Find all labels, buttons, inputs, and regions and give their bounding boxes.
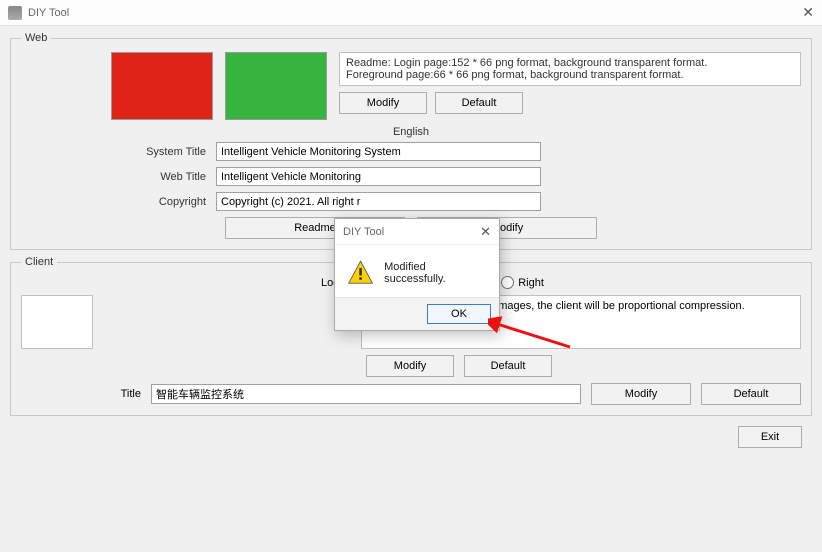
client-logo-modify-button[interactable]: Modify bbox=[366, 355, 454, 377]
copyright-label: Copyright bbox=[21, 196, 216, 208]
system-title-label: System Title bbox=[21, 146, 216, 158]
warning-icon bbox=[347, 259, 374, 287]
web-title-label: Web Title bbox=[21, 171, 216, 183]
window-close-icon[interactable]: ✕ bbox=[802, 4, 814, 21]
exit-button[interactable]: Exit bbox=[738, 426, 802, 448]
login-logo-swatch[interactable] bbox=[111, 52, 213, 120]
client-logo-default-button[interactable]: Default bbox=[464, 355, 552, 377]
dialog-close-icon[interactable]: ✕ bbox=[480, 224, 491, 240]
window-titlebar: DIY Tool ✕ bbox=[0, 0, 822, 26]
foreground-logo-swatch[interactable] bbox=[225, 52, 327, 120]
web-legend: Web bbox=[21, 32, 51, 44]
client-title-label: Title bbox=[21, 388, 141, 400]
client-title-input[interactable] bbox=[151, 384, 581, 404]
dialog-ok-button[interactable]: OK bbox=[427, 304, 491, 324]
client-logo-preview[interactable] bbox=[21, 295, 93, 349]
window-title: DIY Tool bbox=[28, 7, 69, 19]
client-legend: Client bbox=[21, 256, 57, 268]
web-logo-modify-button[interactable]: Modify bbox=[339, 92, 427, 114]
web-title-input[interactable] bbox=[216, 167, 541, 186]
client-title-default-button[interactable]: Default bbox=[701, 383, 801, 405]
logo-right-radio[interactable]: Right bbox=[501, 276, 544, 289]
app-icon bbox=[8, 6, 22, 20]
web-readme-text: Readme: Login page:152 * 66 png format, … bbox=[339, 52, 801, 86]
web-logo-default-button[interactable]: Default bbox=[435, 92, 523, 114]
dialog-title: DIY Tool bbox=[343, 226, 384, 238]
copyright-input[interactable] bbox=[216, 192, 541, 211]
client-title-modify-button[interactable]: Modify bbox=[591, 383, 691, 405]
system-title-input[interactable] bbox=[216, 142, 541, 161]
success-dialog: DIY Tool ✕ Modified successfully. OK bbox=[334, 218, 500, 331]
dialog-message: Modified successfully. bbox=[384, 261, 487, 285]
language-header: English bbox=[21, 126, 801, 138]
